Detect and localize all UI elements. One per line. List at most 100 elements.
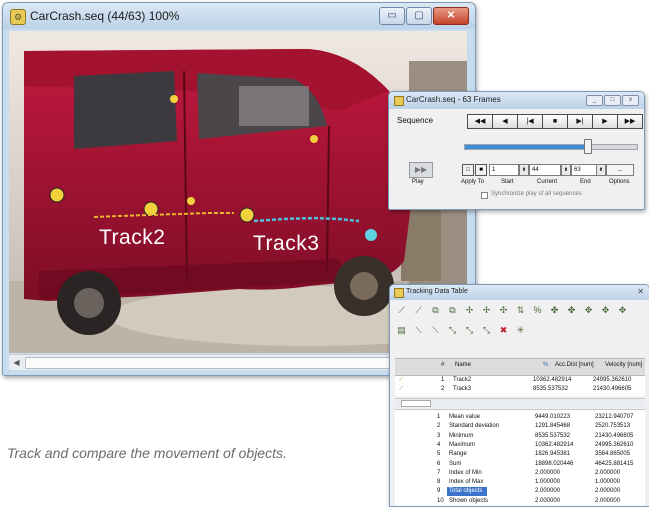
tracking-table-close-icon[interactable]: ✕ <box>637 287 644 296</box>
column-name-header[interactable]: Name <box>455 362 471 368</box>
tool-node-icon[interactable]: ✤ <box>548 304 561 317</box>
sequence-window: CarCrash.seq - 63 Frames _ □ x Sequence … <box>388 91 645 210</box>
sync-checkbox[interactable] <box>481 192 488 199</box>
tool-merge-icon[interactable]: ✣ <box>497 304 510 317</box>
track3-label: Track3 <box>253 232 320 255</box>
tool-track-icon[interactable]: ⟋ <box>395 304 408 317</box>
apply-to-icon-a[interactable]: □ <box>462 164 474 176</box>
stat-index: 7 <box>437 469 441 476</box>
maximize-button[interactable]: ▢ <box>406 7 432 25</box>
tool-node4-icon[interactable]: ✥ <box>599 304 612 317</box>
tool-curve2-icon[interactable]: ⤡ <box>463 324 476 337</box>
main-window-title: CarCrash.seq (44/63) 100% <box>30 9 180 23</box>
tool-node2-icon[interactable]: ✤ <box>565 304 578 317</box>
tool-paste-icon[interactable]: ⧉ <box>446 304 459 317</box>
tool-chart-icon[interactable]: ▤ <box>395 324 408 337</box>
column-velocity-header[interactable]: Velocity [num] <box>605 362 642 368</box>
play-icon[interactable]: ▶▶ <box>409 162 433 178</box>
stat-row[interactable]: 7 Index of Min 2.000000 2.000000 <box>395 469 645 478</box>
sequence-window-title: CarCrash.seq - 63 Frames <box>406 95 501 104</box>
apply-to-icon-b[interactable]: ■ <box>475 164 487 176</box>
tool-curve3-icon[interactable]: ⤡ <box>480 324 493 337</box>
start-frame-field[interactable]: 1 <box>489 164 519 176</box>
stat-row[interactable]: 1 Mean value 9449.010223 23212.940707 <box>395 413 645 422</box>
stat-row[interactable]: 6 Sum 18898.020446 46425.881415 <box>395 460 645 469</box>
start-spin-icon[interactable]: ⬍ <box>519 164 529 176</box>
column-index-header[interactable]: # <box>441 362 444 368</box>
stat-row[interactable]: 4 Maximum 10362.482914 24995.362610 <box>395 441 645 450</box>
tracking-table-titlebar[interactable]: Tracking Data Table ✕ <box>390 285 649 300</box>
play-button[interactable]: ▶ <box>593 115 618 128</box>
tool-settings-icon[interactable]: ✳ <box>514 324 527 337</box>
tool-add-track-icon[interactable]: ✢ <box>463 304 476 317</box>
stat-index: 6 <box>437 460 441 467</box>
table-row[interactable]: ⟋ 1 Track2 10362.482914 24995.362610 <box>395 376 645 385</box>
stat-velocity: 21430.496605 <box>595 432 634 439</box>
stat-row[interactable]: 10 Shown objects 2.000000 2.000000 <box>395 497 645 506</box>
main-window-titlebar[interactable]: ⚙ CarCrash.seq (44/63) 100% ▭ ▢ ✕ <box>3 3 475 29</box>
sequence-label: Sequence <box>397 116 434 125</box>
stat-row[interactable]: 8 Index of Max 1.000000 1.000000 <box>395 478 645 487</box>
close-button[interactable]: ✕ <box>433 7 469 25</box>
table-horizontal-scrollbar[interactable] <box>395 398 645 407</box>
sync-label: Synchronize play of all sequences <box>491 191 582 197</box>
step-back-button[interactable]: ◀ <box>493 115 518 128</box>
rewind-button[interactable]: ◀◀ <box>468 115 493 128</box>
track-line-icon: ⟋ <box>399 386 404 392</box>
row-name: Track2 <box>453 377 472 383</box>
transport-controls: ◀◀ ◀ |◀ ■ ▶| ▶ ▶▶ <box>467 114 643 129</box>
tool-copy-icon[interactable]: ⧉ <box>429 304 442 317</box>
tool-node5-icon[interactable]: ✥ <box>616 304 629 317</box>
stat-row[interactable]: 3 Minimum 8535.537532 21430.496605 <box>395 432 645 441</box>
tool-line-icon[interactable]: ⟍ <box>412 324 425 337</box>
fast-forward-button[interactable]: ▶▶ <box>618 115 642 128</box>
go-start-button[interactable]: |◀ <box>518 115 543 128</box>
scroll-left-icon[interactable]: ◀ <box>9 355 24 370</box>
stat-label: Index of Min <box>449 469 482 476</box>
end-spin-icon[interactable]: ⬍ <box>596 164 606 176</box>
tool-line2-icon[interactable]: ⟍ <box>429 324 442 337</box>
tool-percent-icon[interactable]: % <box>531 304 544 317</box>
tool-delete-icon[interactable]: ✖ <box>497 324 510 337</box>
sort-icon[interactable]: % <box>543 362 548 368</box>
frame-slider-knob[interactable] <box>584 139 593 154</box>
current-frame-field[interactable]: 44 <box>529 164 561 176</box>
sequence-close-button[interactable]: x <box>622 95 639 106</box>
sequence-maximize-button[interactable]: □ <box>604 95 621 106</box>
current-spin-icon[interactable]: ⬍ <box>561 164 571 176</box>
stat-row[interactable]: 9 Total objects 2.000000 2.000000 <box>395 487 645 496</box>
options-button[interactable]: ... <box>606 164 634 176</box>
stat-row[interactable]: 2 Standard deviation 1291.845468 2520.75351… <box>395 422 645 431</box>
stat-velocity: 24995.362610 <box>595 441 634 448</box>
stat-row[interactable]: 5 Range 1826.945381 3564.865005 <box>395 450 645 459</box>
stat-velocity: 23212.940707 <box>595 414 634 420</box>
stat-label: Index of Max <box>449 479 484 486</box>
tool-curve-icon[interactable]: ⤡ <box>446 324 459 337</box>
scroll-thumb[interactable] <box>25 357 432 369</box>
tool-node3-icon[interactable]: ✥ <box>582 304 595 317</box>
stat-label: Range <box>449 451 467 458</box>
stat-index: 5 <box>437 451 441 458</box>
frame-slider[interactable] <box>464 139 638 154</box>
apply-to-label: Apply To <box>461 179 484 185</box>
tool-add-multi-icon[interactable]: ✢ <box>480 304 493 317</box>
table-scroll-thumb[interactable] <box>401 400 431 407</box>
minimize-button[interactable]: ▭ <box>379 7 405 25</box>
tool-sort-icon[interactable]: ⇅ <box>514 304 527 317</box>
stat-index: 4 <box>437 441 441 448</box>
stop-button[interactable]: ■ <box>543 115 568 128</box>
sequence-app-icon <box>394 96 404 106</box>
sequence-titlebar[interactable]: CarCrash.seq - 63 Frames _ □ x <box>389 92 644 109</box>
end-frame-field[interactable]: 63 <box>571 164 597 176</box>
table-row[interactable]: ⟋ 2 Track3 8535.537532 21430.496605 <box>395 385 645 394</box>
stat-accdist: 18898.020446 <box>535 460 574 467</box>
stat-accdist: 1.000000 <box>535 479 561 486</box>
sequence-minimize-button[interactable]: _ <box>586 95 603 106</box>
track2-label: Track2 <box>99 226 166 249</box>
column-accdist-header[interactable]: Acc.Dist [num] <box>555 362 594 368</box>
go-end-button[interactable]: ▶| <box>568 115 593 128</box>
tool-track-select-icon[interactable]: ⟋ <box>412 304 425 317</box>
stat-index: 1 <box>437 414 441 420</box>
stat-label: Minimum <box>449 432 474 439</box>
row-velocity: 24995.362610 <box>593 377 632 383</box>
